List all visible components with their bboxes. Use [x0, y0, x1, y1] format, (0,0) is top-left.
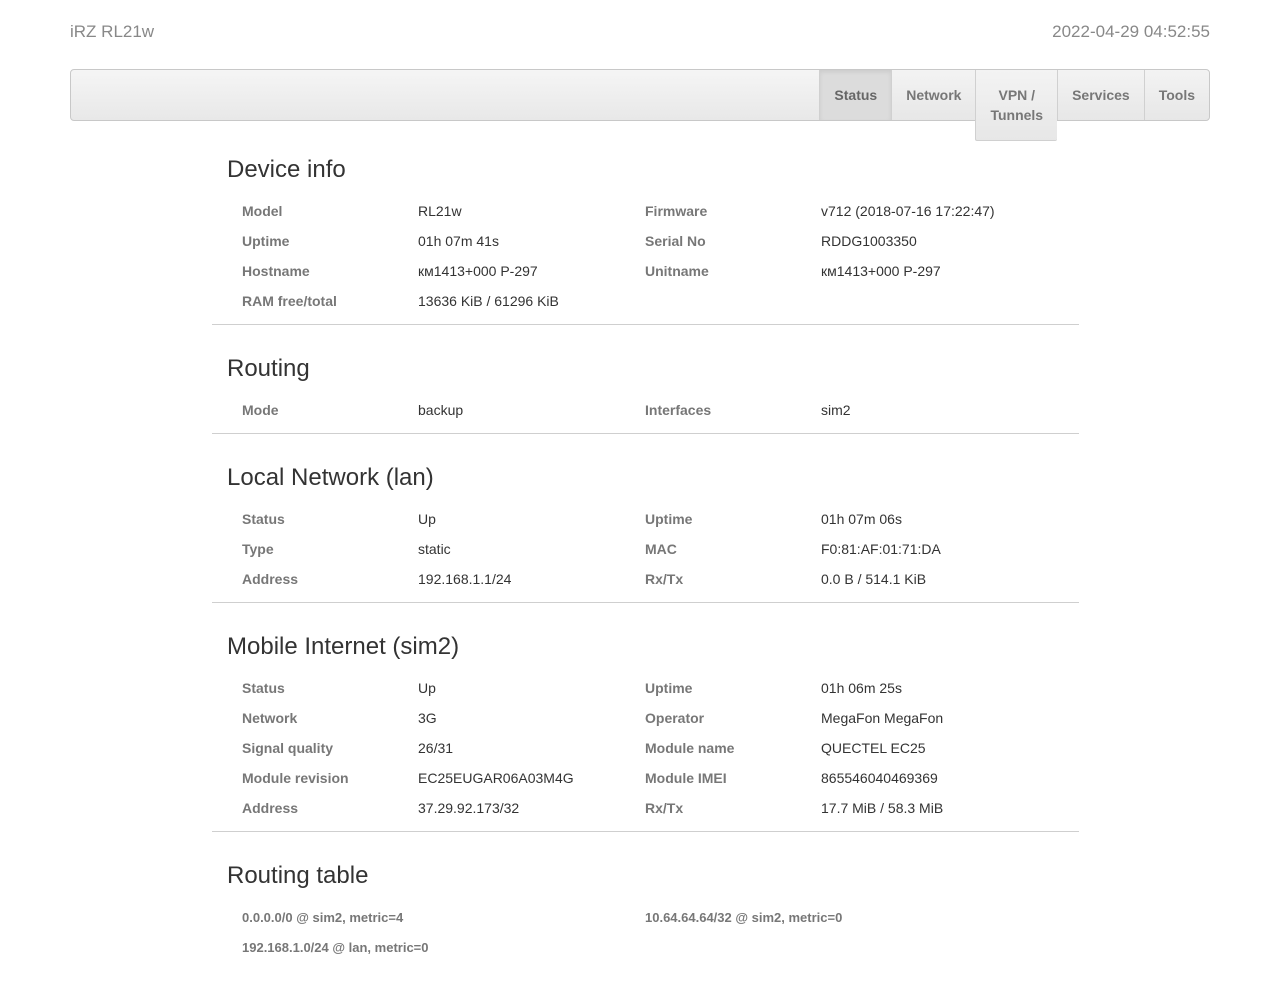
section-title: Routing: [227, 355, 310, 382]
field-label: Model: [242, 203, 283, 219]
tab-status[interactable]: Status: [819, 70, 892, 120]
field-value: 13636 KiB / 61296 KiB: [418, 293, 559, 309]
info-row: Network 3G Operator MegaFon MegaFon: [242, 703, 1079, 733]
field-value: backup: [418, 402, 464, 418]
section-title: Routing table: [227, 862, 369, 889]
tab-services[interactable]: Services: [1057, 70, 1144, 120]
field-label: Module IMEI: [645, 770, 727, 786]
status-content: Device info Model RL21w Firmware v712 (2018…: [212, 150, 1079, 994]
tab-network[interactable]: Network: [891, 70, 976, 120]
section-routing: Routing Mode backup Interfaces sim2: [212, 349, 1079, 434]
device-brand: iRZ RL21w: [70, 22, 155, 41]
info-row: Hostname км1413+000 Р-297 Unitname км1413+0…: [242, 256, 1079, 286]
tab-vpn-tunnels[interactable]: VPN / Tunnels: [975, 70, 1058, 141]
field-label: Firmware: [645, 203, 708, 219]
field-value: 192.168.1.1/24: [418, 571, 512, 587]
info-row: Status Up Uptime 01h 06m 25s: [242, 673, 1079, 703]
section-lan: Local Network (lan) Status Up Uptime 01h 07…: [212, 458, 1079, 603]
field-label: Rx/Tx: [645, 571, 684, 587]
field-label: Type: [242, 541, 274, 557]
field-label: Rx/Tx: [645, 800, 684, 816]
info-rows: Status Up Uptime 01h 06m 25s Network 3G Operat…: [242, 673, 1079, 823]
field-label: Uptime: [242, 233, 290, 249]
field-value: 17.7 MiB / 58.3 MiB: [821, 800, 944, 816]
route-entry: 0.0.0.0/0 @ sim2, metric=4: [242, 909, 404, 925]
info-row: Status Up Uptime 01h 07m 06s: [242, 504, 1079, 534]
field-value: v712 (2018-07-16 17:22:47): [821, 203, 995, 219]
info-row: Module revision EC25EUGAR06A03M4G Module I…: [242, 763, 1079, 793]
info-row: Signal quality 26/31 Module name QUECTEL EC…: [242, 733, 1079, 763]
field-label: Address: [242, 571, 299, 587]
info-row: Mode backup Interfaces sim2: [242, 395, 1079, 425]
section-title: Device info: [227, 156, 346, 183]
field-value: 0.0 B / 514.1 KiB: [821, 571, 927, 587]
info-row: RAM free/total 13636 KiB / 61296 KiB: [242, 286, 1079, 316]
info-row: Address 37.29.92.173/32 Rx/Tx 17.7 MiB / 58…: [242, 793, 1079, 823]
info-row: Address 192.168.1.1/24 Rx/Tx 0.0 B / 514.1 …: [242, 564, 1079, 594]
section-title: Local Network (lan): [227, 464, 434, 491]
field-label: Hostname: [242, 263, 310, 279]
field-label: Serial No: [645, 233, 706, 249]
field-label: Status: [242, 511, 285, 527]
nav-tabs: Status Network VPN / Tunnels Services To…: [819, 70, 1209, 141]
field-value: 3G: [418, 710, 437, 726]
field-value: км1413+000 Р-297: [821, 263, 941, 279]
current-datetime: 2022-04-29 04:52:55: [1052, 22, 1210, 41]
field-value: 01h 07m 06s: [821, 511, 902, 527]
field-value: 26/31: [418, 740, 454, 756]
field-label: Status: [242, 680, 285, 696]
top-bar: iRZ RL21w 2022-04-29 04:52:55: [70, 22, 1210, 44]
info-row: Uptime 01h 07m 41s Serial No RDDG1003350: [242, 226, 1079, 256]
field-label: Network: [242, 710, 298, 726]
field-label: Uptime: [645, 511, 693, 527]
section-routing-table: Routing table 0.0.0.0/0 @ sim2, metric=4…: [212, 856, 1079, 970]
field-value: RL21w: [418, 203, 462, 219]
field-value: 865546040469369: [821, 770, 938, 786]
route-rows: 0.0.0.0/0 @ sim2, metric=4 10.64.64.64/32…: [242, 902, 1079, 962]
route-row: 0.0.0.0/0 @ sim2, metric=4 10.64.64.64/32…: [242, 902, 1079, 932]
field-value: QUECTEL EC25: [821, 740, 926, 756]
route-entry: 10.64.64.64/32 @ sim2, metric=0: [645, 909, 843, 925]
field-value: static: [418, 541, 451, 557]
field-label: Signal quality: [242, 740, 334, 756]
route-row: 192.168.1.0/24 @ lan, metric=0: [242, 932, 1079, 962]
field-value: sim2: [821, 402, 851, 418]
field-value: 01h 07m 41s: [418, 233, 499, 249]
field-label: Interfaces: [645, 402, 712, 418]
info-rows: Model RL21w Firmware v712 (2018-07-16 17:22…: [242, 196, 1079, 316]
field-value: MegaFon MegaFon: [821, 710, 944, 726]
section-mobile-internet: Mobile Internet (sim2) Status Up Uptime 01h…: [212, 627, 1079, 832]
field-value: EC25EUGAR06A03M4G: [418, 770, 574, 786]
section-title: Mobile Internet (sim2): [227, 633, 460, 660]
field-label: Module name: [645, 740, 735, 756]
field-value: 01h 06m 25s: [821, 680, 902, 696]
field-value: Up: [418, 511, 436, 527]
route-entry: 192.168.1.0/24 @ lan, metric=0: [242, 939, 429, 955]
field-value: RDDG1003350: [821, 233, 917, 249]
tab-tools[interactable]: Tools: [1143, 70, 1209, 120]
field-label: Address: [242, 800, 299, 816]
field-label: Mode: [242, 402, 279, 418]
info-rows: Mode backup Interfaces sim2: [242, 395, 1079, 425]
field-label: Uptime: [645, 680, 693, 696]
field-label: Unitname: [645, 263, 709, 279]
info-rows: Status Up Uptime 01h 07m 06s Type static MAC F0…: [242, 504, 1079, 594]
field-label: MAC: [645, 541, 677, 557]
field-label: Operator: [645, 710, 705, 726]
field-label: Module revision: [242, 770, 349, 786]
main-navbar: Status Network VPN / Tunnels Services To…: [70, 69, 1210, 141]
field-label: RAM free/total: [242, 293, 337, 309]
info-row: Type static MAC F0:81:AF:01:71:DA: [242, 534, 1079, 564]
field-value: Up: [418, 680, 436, 696]
field-value: F0:81:AF:01:71:DA: [821, 541, 941, 557]
section-device-info: Device info Model RL21w Firmware v712 (2018…: [212, 150, 1079, 325]
field-value: км1413+000 Р-297: [418, 263, 538, 279]
field-value: 37.29.92.173/32: [418, 800, 520, 816]
info-row: Model RL21w Firmware v712 (2018-07-16 17:22…: [242, 196, 1079, 226]
